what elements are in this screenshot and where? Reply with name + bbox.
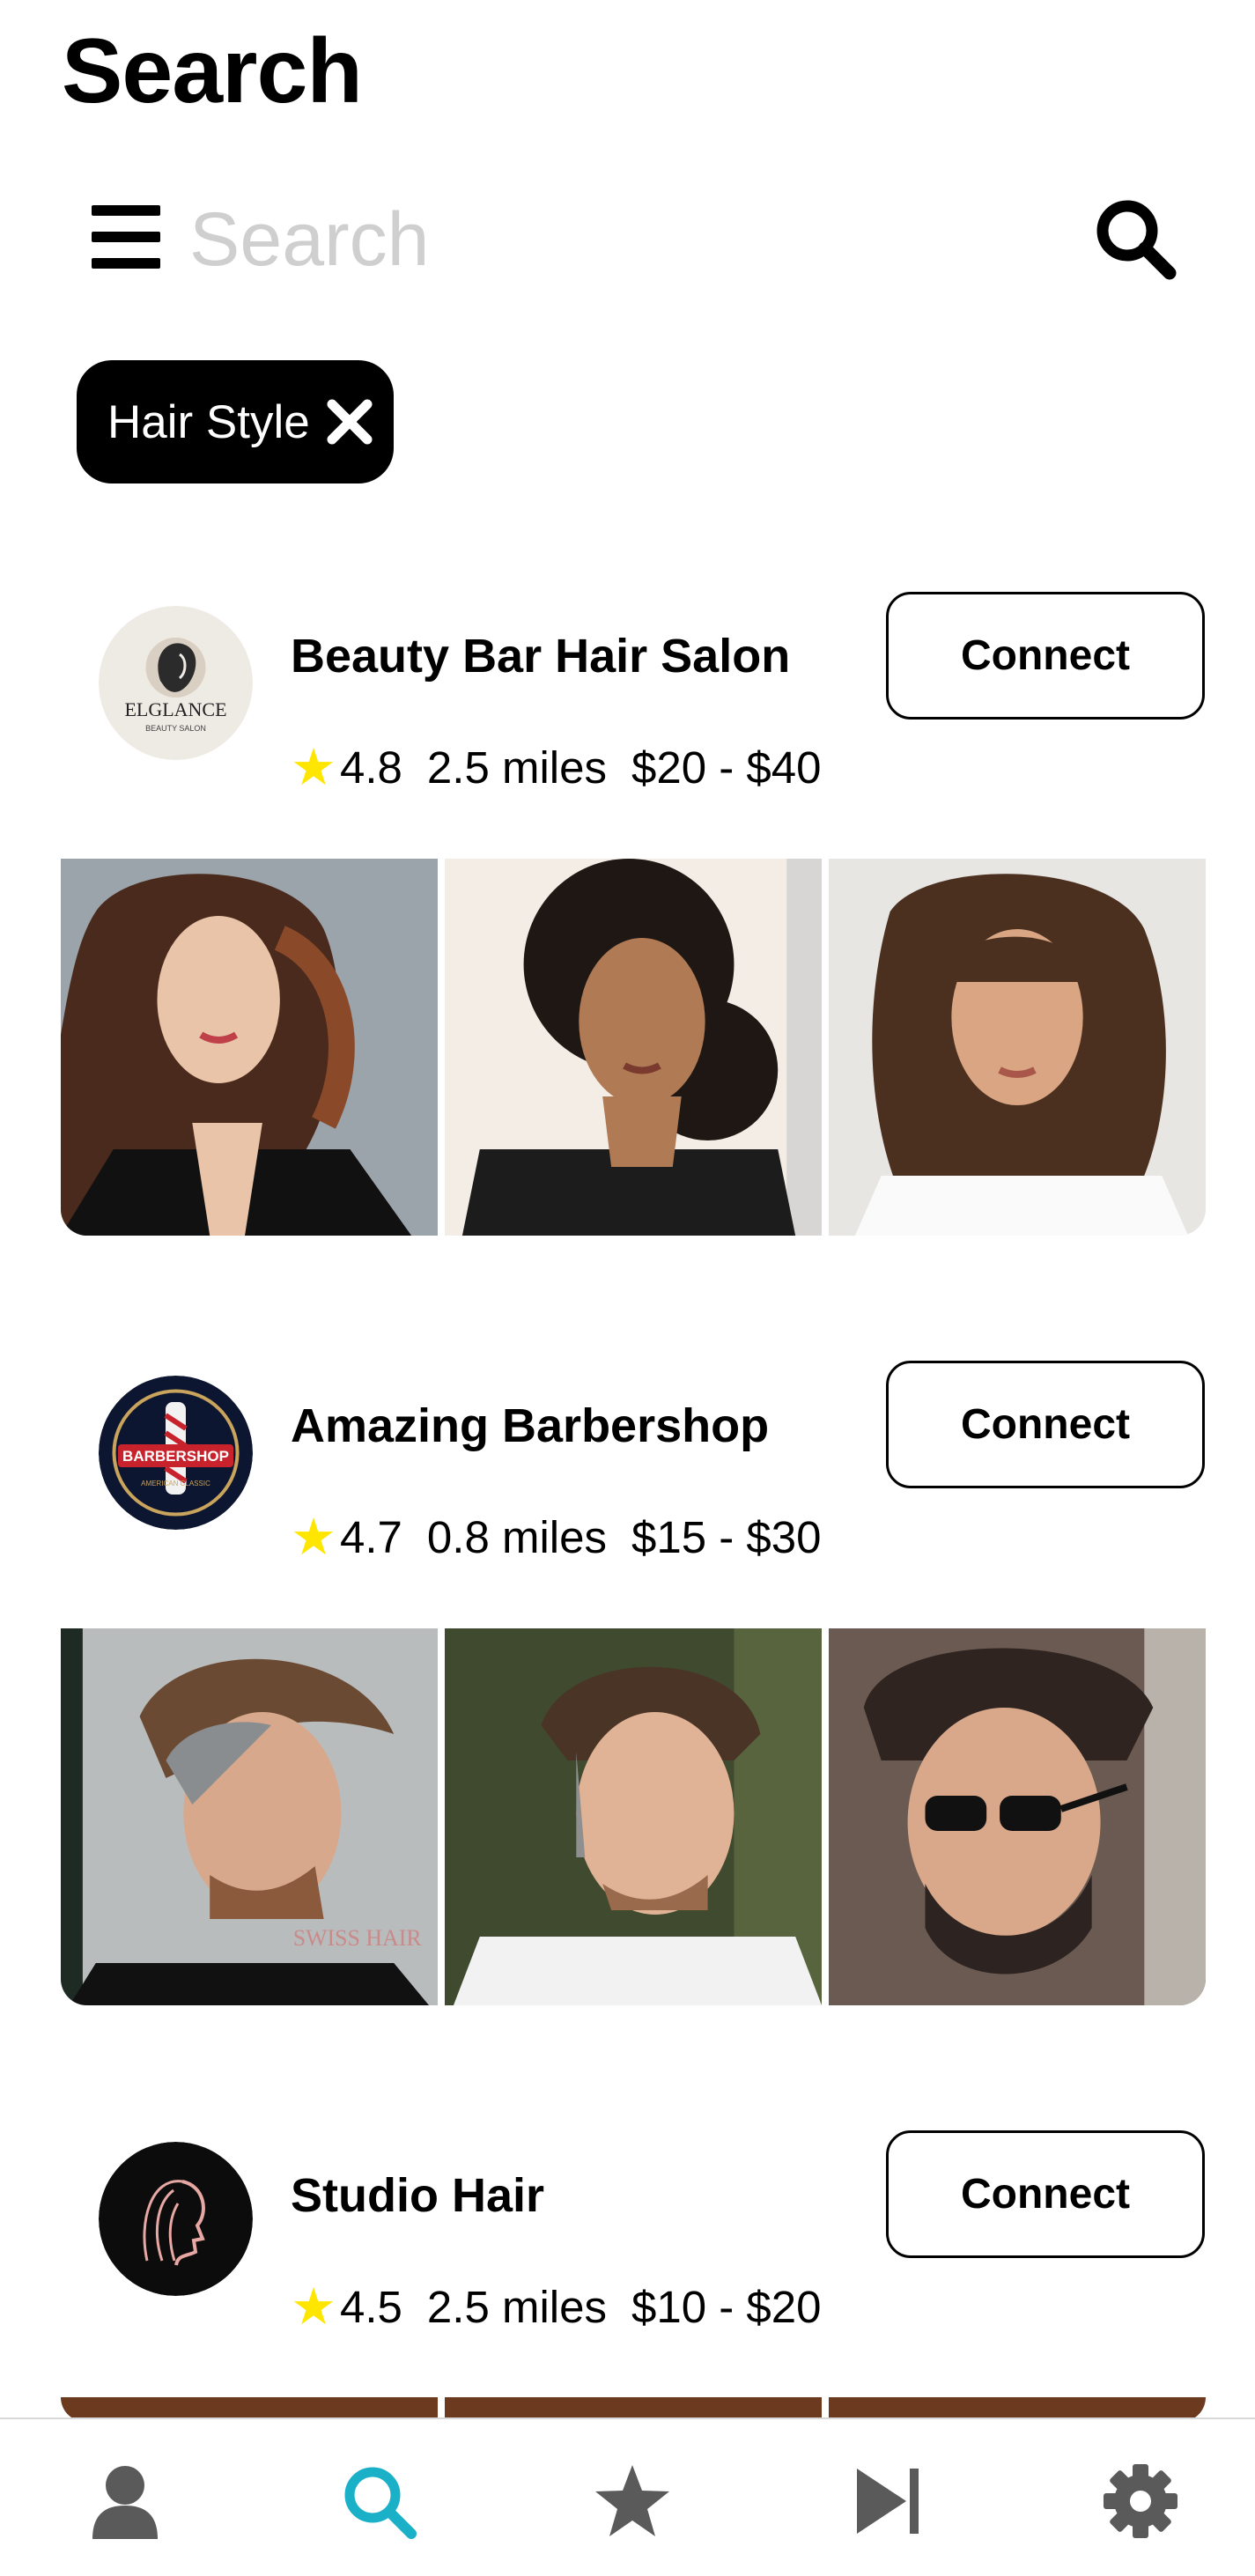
salon-logo: BARBERSHOP AMERICAN CLASSIC — [99, 1376, 253, 1530]
price-range: $15 - $30 — [631, 1512, 822, 1562]
gallery-photo[interactable]: SWISS HAIR — [61, 1628, 438, 2005]
rating: 4.5 — [340, 2282, 402, 2332]
search-icon[interactable] — [1092, 196, 1180, 284]
filter-chip-hair-style[interactable]: Hair Style — [77, 360, 394, 483]
gallery-photo[interactable] — [445, 859, 822, 1236]
photo-gallery — [61, 859, 1206, 1236]
hamburger-menu-icon[interactable] — [92, 205, 160, 269]
salon-name: Studio Hair — [291, 2169, 545, 2222]
filter-chip-label: Hair Style — [107, 395, 310, 448]
salon-logo — [99, 2142, 253, 2296]
price-range: $10 - $20 — [631, 2282, 822, 2332]
photo-gallery: SWISS HAIR — [61, 1628, 1206, 2005]
close-icon[interactable] — [321, 394, 378, 450]
logo-text: BARBERSHOP — [122, 1448, 229, 1465]
distance: 2.5 miles — [426, 2282, 607, 2332]
logo-subtext: AMERICAN CLASSIC — [141, 1480, 210, 1487]
star-icon[interactable] — [593, 2462, 672, 2541]
salon-name: Beauty Bar Hair Salon — [291, 630, 791, 683]
gallery-photo[interactable] — [829, 859, 1206, 1236]
salon-meta: ★ 4.8 2.5 miles $20 - $40 — [291, 742, 822, 793]
salon-logo: ELGLANCE BEAUTY SALON — [99, 606, 253, 760]
gallery-photo[interactable] — [445, 1628, 822, 2005]
salon-name: Amazing Barbershop — [291, 1399, 770, 1452]
page-title: Search — [62, 20, 363, 122]
connect-button[interactable]: Connect — [886, 2130, 1205, 2258]
logo-text: ELGLANCE — [124, 698, 226, 720]
rating: 4.8 — [340, 742, 402, 793]
star-icon: ★ — [291, 2277, 336, 2336]
skip-icon[interactable] — [848, 2462, 927, 2541]
logo-subtext: BEAUTY SALON — [145, 724, 206, 733]
bottom-nav — [0, 2417, 1255, 2576]
profile-icon[interactable] — [85, 2462, 165, 2541]
photo-watermark: SWISS HAIR — [293, 1925, 423, 1951]
connect-button[interactable]: Connect — [886, 592, 1205, 720]
star-icon: ★ — [291, 1508, 336, 1566]
salon-meta: ★ 4.5 2.5 miles $10 - $20 — [291, 2281, 822, 2333]
salon-meta: ★ 4.7 0.8 miles $15 - $30 — [291, 1511, 822, 1563]
gallery-photo[interactable] — [829, 1628, 1206, 2005]
gear-icon[interactable] — [1101, 2462, 1180, 2541]
search-bar — [62, 176, 1207, 304]
gallery-photo[interactable] — [61, 859, 438, 1236]
rating: 4.7 — [340, 1512, 402, 1562]
connect-button[interactable]: Connect — [886, 1361, 1205, 1488]
distance: 0.8 miles — [426, 1512, 607, 1562]
distance: 2.5 miles — [426, 742, 607, 793]
search-input[interactable] — [189, 194, 1026, 286]
price-range: $20 - $40 — [631, 742, 822, 793]
star-icon: ★ — [291, 738, 336, 796]
search-icon[interactable] — [339, 2462, 418, 2541]
